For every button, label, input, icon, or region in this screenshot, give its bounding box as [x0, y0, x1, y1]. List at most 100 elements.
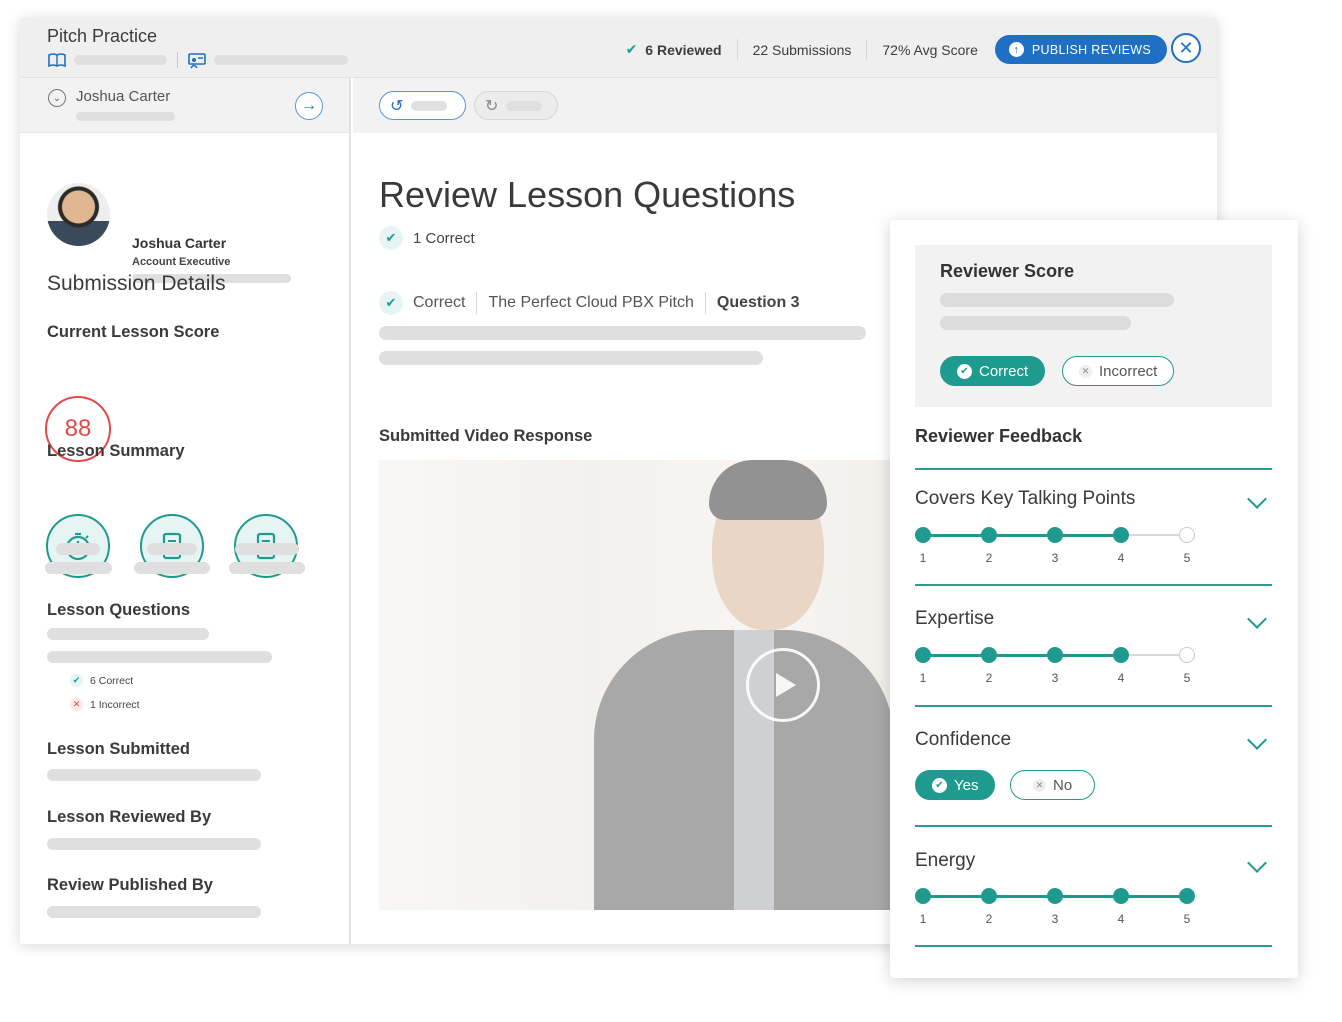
criterion-label: Confidence — [915, 729, 1012, 750]
questions-placeholder — [47, 628, 209, 640]
score-placeholder — [940, 316, 1131, 330]
chevron-down-icon[interactable]: ⌄ — [48, 89, 66, 107]
rating-scale[interactable]: 1 2 3 4 5 — [915, 888, 1195, 929]
chevron-down-icon[interactable] — [1247, 609, 1267, 629]
rating-label-2: 2 — [985, 551, 993, 565]
close-icon[interactable]: ✕ — [1171, 33, 1201, 63]
lesson-questions-heading: Lesson Questions — [47, 601, 191, 619]
incorrect-count-item: ✕ 1 Incorrect — [70, 698, 140, 711]
criterion-label: Energy — [915, 850, 976, 871]
divider — [915, 584, 1272, 586]
chevron-down-icon[interactable] — [1247, 853, 1267, 873]
criterion-label: Expertise — [915, 608, 995, 629]
rating-dot-4[interactable] — [1113, 647, 1129, 663]
correct-toggle[interactable]: ✔ Correct — [940, 356, 1046, 386]
check-icon: ✔ — [70, 674, 83, 687]
x-icon: ✕ — [70, 698, 83, 711]
arrow-right-icon[interactable]: → — [295, 92, 323, 120]
rating-label-4: 4 — [1117, 671, 1125, 685]
rating-label-5: 5 — [1183, 551, 1191, 565]
submission-sidebar: ⌄ Joshua Carter → Joshua Carter Account … — [20, 78, 351, 944]
correct-count-label: 6 Correct — [90, 674, 134, 687]
question-text-placeholder — [379, 326, 866, 340]
summary-placeholder — [235, 543, 299, 555]
profile-name: Joshua Carter — [132, 235, 227, 251]
upload-icon: ↑ — [1008, 42, 1024, 57]
rating-label-2: 2 — [985, 671, 993, 685]
rating-dot-3[interactable] — [1047, 527, 1063, 543]
chevron-down-icon[interactable] — [1247, 730, 1267, 750]
rating-dot-2[interactable] — [981, 888, 997, 904]
rating-dot-3[interactable] — [1047, 647, 1063, 663]
chevron-down-icon[interactable] — [1247, 489, 1267, 509]
undo-button[interactable]: ↺ — [379, 91, 466, 120]
publish-reviews-button[interactable]: ↑ PUBLISH REVIEWS — [994, 35, 1167, 64]
summary-placeholder — [147, 543, 197, 555]
rating-dot-5[interactable] — [1179, 527, 1195, 543]
rating-dot-5[interactable] — [1179, 647, 1195, 663]
yes-toggle[interactable]: ✔ Yes — [915, 770, 996, 800]
rating-dot-2[interactable] — [981, 527, 997, 543]
x-icon: ✕ — [1079, 364, 1092, 378]
rating-label-1: 1 — [919, 912, 927, 926]
undo-icon: ↺ — [390, 97, 404, 115]
avatar — [47, 183, 110, 246]
check-icon: ✔ — [932, 777, 947, 793]
redo-button[interactable]: ↻ — [474, 91, 558, 120]
rating-dot-1[interactable] — [915, 888, 931, 904]
rating-dot-5[interactable] — [1179, 888, 1195, 904]
rating-scale[interactable]: 1 2 3 4 5 — [915, 527, 1195, 568]
question-lesson: The Perfect Cloud PBX Pitch — [477, 292, 706, 314]
learner-placeholder — [76, 112, 175, 121]
redo-placeholder — [506, 100, 543, 111]
learner-select-name: Joshua Carter — [76, 88, 171, 105]
question-status: ✔ Correct — [379, 291, 478, 315]
lesson-score-heading: Current Lesson Score — [47, 323, 220, 341]
divider — [915, 825, 1272, 827]
app-title: Pitch Practice — [47, 26, 158, 46]
review-published-by-heading: Review Published By — [47, 876, 213, 894]
play-icon[interactable] — [746, 648, 820, 722]
rating-label-1: 1 — [919, 671, 927, 685]
rating-label-4: 4 — [1117, 912, 1125, 926]
review-stats: ✔ 6 Reviewed 22 Submissions 72% Avg Scor… — [611, 35, 1167, 64]
reviewed-stat: ✔ 6 Reviewed — [611, 38, 738, 61]
score-placeholder — [940, 293, 1174, 307]
summary-placeholder — [229, 562, 305, 574]
breadcrumb — [48, 52, 348, 69]
rating-scale[interactable]: 1 2 3 4 5 — [915, 647, 1195, 688]
rating-dot-1[interactable] — [915, 527, 931, 543]
content-toolbar: ↺ ↻ — [353, 78, 1217, 133]
summary-placeholder — [45, 562, 112, 574]
incorrect-toggle[interactable]: ✕ Incorrect — [1062, 356, 1175, 386]
reviewer-card: Reviewer Score ✔ Correct ✕ Incorrect Rev… — [890, 220, 1298, 978]
rating-dot-4[interactable] — [1113, 888, 1129, 904]
correct-count-item: ✔ 6 Correct — [70, 674, 133, 687]
submission-details-heading: Submission Details — [47, 272, 226, 295]
rating-dot-2[interactable] — [981, 647, 997, 663]
reviewer-score-title: Reviewer Score — [940, 261, 1075, 281]
rating-dot-3[interactable] — [1047, 888, 1063, 904]
undo-placeholder — [411, 100, 448, 111]
submissions-count: 22 Submissions — [752, 41, 852, 58]
lesson-reviewed-by-heading: Lesson Reviewed By — [47, 808, 212, 826]
breadcrumb-placeholder — [74, 55, 167, 65]
learner-selector[interactable]: ⌄ Joshua Carter → — [20, 78, 349, 133]
lesson-submitted-heading: Lesson Submitted — [47, 740, 191, 758]
video-heading: Submitted Video Response — [379, 427, 593, 445]
rating-dot-4[interactable] — [1113, 527, 1129, 543]
avg-score-stat: 72% Avg Score — [867, 39, 992, 61]
rating-dot-1[interactable] — [915, 647, 931, 663]
profile-role: Account Executive — [132, 256, 231, 268]
check-icon: ✔ — [625, 41, 638, 57]
check-icon: ✔ — [957, 363, 972, 379]
summary-placeholder — [134, 562, 210, 574]
avg-score: 72% Avg Score — [882, 41, 978, 58]
rating-label-5: 5 — [1183, 671, 1191, 685]
presentation-icon[interactable] — [188, 53, 206, 69]
no-toggle[interactable]: ✕ No — [1010, 770, 1096, 800]
rating-label-1: 1 — [919, 551, 927, 565]
book-icon[interactable] — [48, 53, 66, 68]
check-icon: ✔ — [379, 291, 403, 315]
x-icon: ✕ — [1033, 778, 1046, 792]
